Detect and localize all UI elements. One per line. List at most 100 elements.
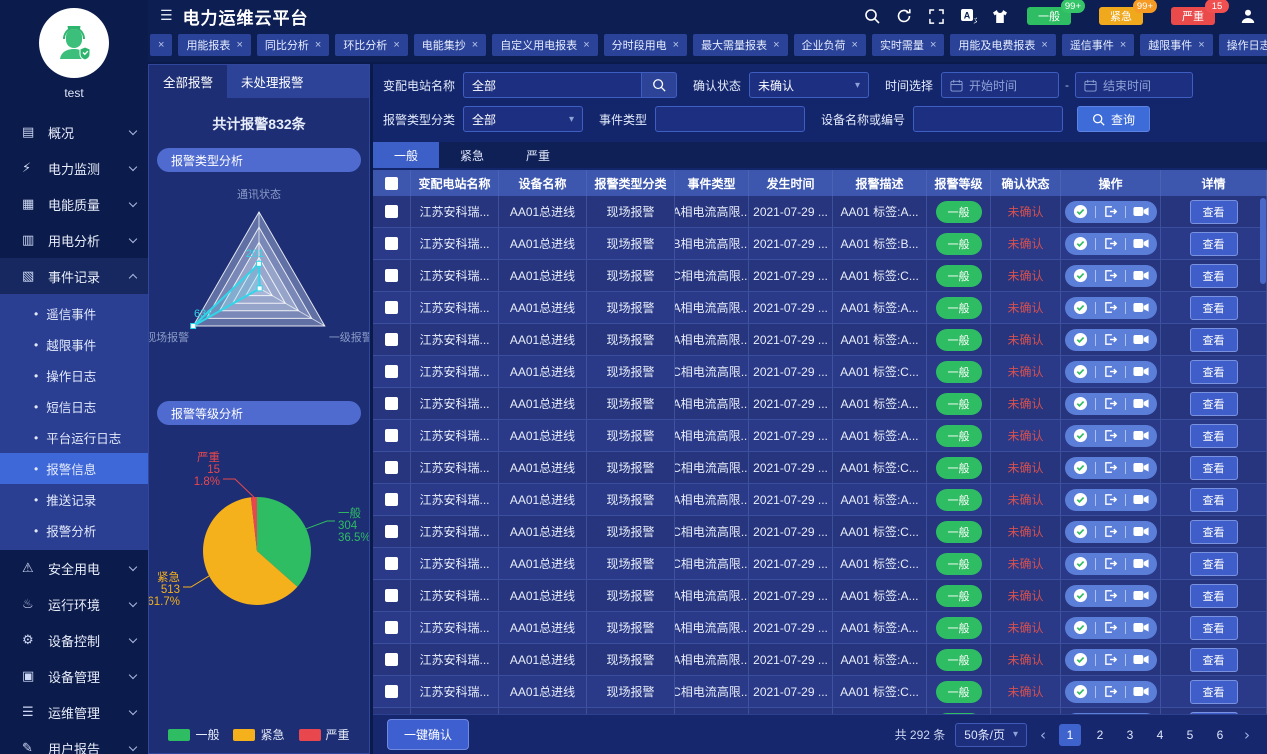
tab-同比分析[interactable]: 同比分析× <box>257 34 329 56</box>
sidebar-subitem-越限事件[interactable]: •越限事件 <box>0 329 148 360</box>
confirm-action-icon[interactable] <box>1073 460 1088 475</box>
close-icon[interactable]: × <box>1120 39 1126 51</box>
alarm-badge-严重[interactable]: 严重15 <box>1171 7 1215 25</box>
confirm-action-icon[interactable] <box>1073 268 1088 283</box>
sidebar-item-概况[interactable]: ▤概况 <box>0 114 148 150</box>
confirm-action-icon[interactable] <box>1073 556 1088 571</box>
video-action-icon[interactable] <box>1133 462 1149 473</box>
video-action-icon[interactable] <box>1133 622 1149 633</box>
row-checkbox[interactable] <box>385 493 398 506</box>
prev-page-icon[interactable]: ‹ <box>1037 726 1049 744</box>
sidebar-item-设备管理[interactable]: ▣设备管理 <box>0 658 148 694</box>
tab-企业负荷[interactable]: 企业负荷× <box>794 34 866 56</box>
sidebar-subitem-遥信事件[interactable]: •遥信事件 <box>0 298 148 329</box>
tab-电能集抄[interactable]: 电能集抄× <box>414 34 486 56</box>
query-button[interactable]: 查询 <box>1077 106 1150 132</box>
sidebar-subitem-平台运行日志[interactable]: •平台运行日志 <box>0 422 148 453</box>
view-detail-button[interactable]: 查看 <box>1190 424 1238 448</box>
confirm-action-icon[interactable] <box>1073 396 1088 411</box>
close-icon[interactable]: × <box>930 39 936 51</box>
export-action-icon[interactable] <box>1103 653 1118 666</box>
view-detail-button[interactable]: 查看 <box>1190 488 1238 512</box>
video-action-icon[interactable] <box>1133 238 1149 249</box>
confirm-action-icon[interactable] <box>1073 684 1088 699</box>
confirm-action-icon[interactable] <box>1073 364 1088 379</box>
avatar[interactable] <box>39 8 109 78</box>
sidebar-subitem-报警分析[interactable]: •报警分析 <box>0 515 148 546</box>
tab-clipped[interactable]: × <box>150 34 172 56</box>
row-checkbox[interactable] <box>385 653 398 666</box>
station-filter-input[interactable]: 全部 <box>463 72 641 98</box>
sidebar-item-安全用电[interactable]: ⚠安全用电 <box>0 550 148 586</box>
alarm-category-select[interactable]: 全部 ▾ <box>463 106 583 132</box>
view-detail-button[interactable]: 查看 <box>1190 264 1238 288</box>
tab-分时段用电[interactable]: 分时段用电× <box>604 34 687 56</box>
sidebar-subitem-报警信息[interactable]: •报警信息 <box>0 453 148 484</box>
confirm-status-select[interactable]: 未确认 ▾ <box>749 72 869 98</box>
export-action-icon[interactable] <box>1103 237 1118 250</box>
video-action-icon[interactable] <box>1133 270 1149 281</box>
video-action-icon[interactable] <box>1133 430 1149 441</box>
export-action-icon[interactable] <box>1103 589 1118 602</box>
sidebar-item-设备控制[interactable]: ⚙设备控制 <box>0 622 148 658</box>
view-detail-button[interactable]: 查看 <box>1190 392 1238 416</box>
tab-用能及电费报表[interactable]: 用能及电费报表× <box>950 34 1055 56</box>
video-action-icon[interactable] <box>1133 494 1149 505</box>
row-checkbox[interactable] <box>385 429 398 442</box>
view-detail-button[interactable]: 查看 <box>1190 456 1238 480</box>
export-action-icon[interactable] <box>1103 493 1118 506</box>
export-action-icon[interactable] <box>1103 205 1118 218</box>
close-icon[interactable]: × <box>673 39 679 51</box>
export-action-icon[interactable] <box>1103 557 1118 570</box>
close-icon[interactable]: × <box>583 39 589 51</box>
stats-tab-未处理报警[interactable]: 未处理报警 <box>227 65 318 98</box>
row-checkbox[interactable] <box>385 205 398 218</box>
stats-tab-全部报警[interactable]: 全部报警 <box>149 65 227 98</box>
row-checkbox[interactable] <box>385 589 398 602</box>
close-icon[interactable]: × <box>158 39 164 51</box>
row-checkbox[interactable] <box>385 333 398 346</box>
view-detail-button[interactable]: 查看 <box>1190 712 1238 715</box>
video-action-icon[interactable] <box>1133 590 1149 601</box>
page-number-4[interactable]: 4 <box>1149 724 1171 746</box>
confirm-action-icon[interactable] <box>1073 428 1088 443</box>
tab-越限事件[interactable]: 越限事件× <box>1140 34 1212 56</box>
view-detail-button[interactable]: 查看 <box>1190 200 1238 224</box>
sidebar-item-运行环境[interactable]: ♨运行环境 <box>0 586 148 622</box>
sidebar-item-电力监测[interactable]: ⚡电力监测 <box>0 150 148 186</box>
tab-自定义用电报表[interactable]: 自定义用电报表× <box>492 34 597 56</box>
menu-toggle-icon[interactable]: ☰ <box>160 8 173 24</box>
confirm-action-icon[interactable] <box>1073 620 1088 635</box>
row-checkbox[interactable] <box>385 557 398 570</box>
view-detail-button[interactable]: 查看 <box>1190 520 1238 544</box>
severity-tab-紧急[interactable]: 紧急 <box>439 142 505 168</box>
tab-用能报表[interactable]: 用能报表× <box>178 34 250 56</box>
row-checkbox[interactable] <box>385 269 398 282</box>
alarm-badge-一般[interactable]: 一般99+ <box>1027 7 1071 25</box>
severity-tab-严重[interactable]: 严重 <box>505 142 571 168</box>
export-action-icon[interactable] <box>1103 461 1118 474</box>
next-page-icon[interactable]: › <box>1241 726 1253 744</box>
confirm-action-icon[interactable] <box>1073 588 1088 603</box>
sidebar-item-运维管理[interactable]: ☰运维管理 <box>0 694 148 730</box>
severity-tab-一般[interactable]: 一般 <box>373 142 439 168</box>
video-action-icon[interactable] <box>1133 654 1149 665</box>
fullscreen-icon[interactable] <box>927 7 945 25</box>
select-all-checkbox[interactable] <box>385 177 398 190</box>
view-detail-button[interactable]: 查看 <box>1190 232 1238 256</box>
row-checkbox[interactable] <box>385 365 398 378</box>
page-size-select[interactable]: 50条/页 ▾ <box>955 723 1027 747</box>
confirm-action-icon[interactable] <box>1073 492 1088 507</box>
start-time-input[interactable]: 开始时间 <box>941 72 1059 98</box>
export-action-icon[interactable] <box>1103 429 1118 442</box>
video-action-icon[interactable] <box>1133 558 1149 569</box>
tab-环比分析[interactable]: 环比分析× <box>335 34 407 56</box>
translate-icon[interactable]: A文 <box>959 7 977 25</box>
end-time-input[interactable]: 结束时间 <box>1075 72 1193 98</box>
theme-icon[interactable] <box>991 7 1009 25</box>
page-number-2[interactable]: 2 <box>1089 724 1111 746</box>
export-action-icon[interactable] <box>1103 621 1118 634</box>
sidebar-item-用电分析[interactable]: ▥用电分析 <box>0 222 148 258</box>
view-detail-button[interactable]: 查看 <box>1190 584 1238 608</box>
row-checkbox[interactable] <box>385 685 398 698</box>
